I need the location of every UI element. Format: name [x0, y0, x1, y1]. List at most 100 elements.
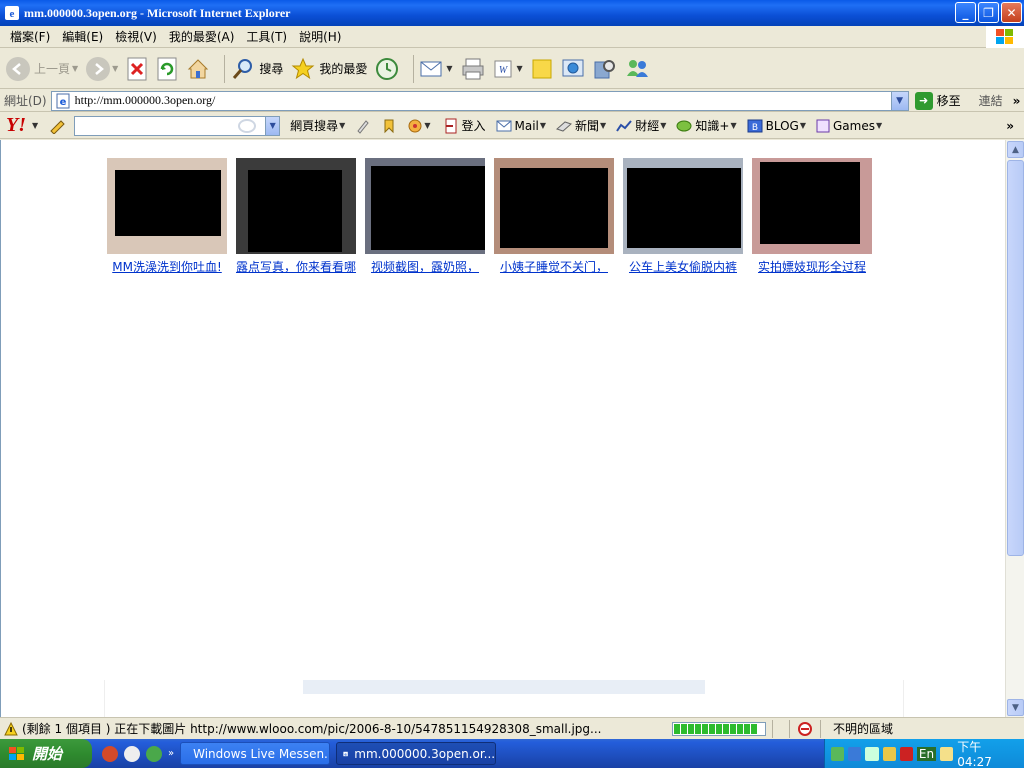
messenger-tray-icon[interactable] — [831, 746, 845, 761]
title-bar: e mm.000000.3open.org - Microsoft Intern… — [0, 0, 1024, 26]
close-button[interactable]: ✕ — [1001, 2, 1022, 23]
messenger-quick-icon[interactable] — [146, 745, 162, 762]
refresh-button[interactable] — [156, 53, 178, 85]
thumbnail-item[interactable]: 实拍嫖妓现形全过程 — [752, 158, 872, 275]
forward-dropdown-icon[interactable]: ▼ — [112, 64, 118, 73]
print-button[interactable] — [461, 53, 485, 85]
thumbnail-caption-link[interactable]: 露点写真，你来看看哪 — [236, 258, 356, 275]
mail-icon — [420, 61, 442, 76]
thumbnail-caption-link[interactable]: 公车上美女偷脱内裤 — [629, 258, 737, 275]
favorites-button[interactable]: 我的最愛 — [291, 53, 367, 85]
thumbnail-image[interactable] — [494, 158, 614, 254]
task-ie[interactable]: e mm.000000.3open.or... — [336, 742, 497, 765]
thumbnail-image[interactable] — [365, 158, 485, 254]
mail-link[interactable]: Mail ▼ — [496, 119, 546, 133]
address-dropdown-icon[interactable]: ▼ — [890, 91, 908, 110]
web-search-label: 網頁搜尋 — [290, 119, 339, 133]
thumbnail-row: MM洗澡洗到你吐血! 露点写真，你来看看哪 视频截图，露奶照， 小姨子睡觉不关门… — [107, 158, 872, 275]
news-link[interactable]: 新聞 ▼ — [556, 117, 606, 134]
scroll-down-icon[interactable]: ▼ — [1007, 699, 1024, 716]
favorites-label: 我的最愛 — [319, 62, 368, 76]
address-input[interactable]: e http://mm.000000.3open.org/ ▼ — [50, 90, 909, 111]
media-player-icon[interactable] — [102, 745, 118, 762]
highlight-button[interactable] — [355, 118, 371, 134]
page-footer-bar — [303, 680, 705, 694]
yahoo-search-dropdown-icon[interactable]: ▼ — [265, 116, 280, 135]
back-dropdown-icon[interactable]: ▼ — [72, 64, 78, 73]
restore-button[interactable]: ❐ — [978, 2, 999, 23]
volume-tray-icon[interactable] — [865, 746, 879, 761]
network-tray-icon[interactable] — [848, 746, 862, 761]
go-button[interactable]: ➜ 移至 — [914, 91, 961, 110]
vertical-scrollbar[interactable]: ▲ ▼ — [1005, 140, 1024, 717]
ati-tray-icon[interactable] — [899, 746, 913, 761]
bookmark-button[interactable] — [381, 118, 397, 134]
games-label: Games — [832, 118, 875, 133]
pencil-icon[interactable] — [48, 118, 68, 134]
search-button[interactable]: 搜尋 — [231, 53, 283, 85]
thumbnail-caption-link[interactable]: 视频截图，露奶照， — [371, 258, 479, 275]
minimize-button[interactable]: _ — [955, 2, 976, 23]
stop-button[interactable] — [126, 53, 148, 85]
research-button[interactable] — [561, 53, 585, 85]
chat-icon[interactable] — [124, 745, 140, 762]
scrollbar-thumb[interactable] — [1007, 160, 1024, 556]
forward-button[interactable]: ▼ — [86, 53, 118, 85]
target-button[interactable]: ▼ — [407, 118, 430, 134]
note-button[interactable] — [531, 53, 553, 85]
quick-launch-chevron-icon[interactable]: » — [168, 748, 174, 759]
thumbnail-item[interactable]: 露点写真，你来看看哪 — [236, 158, 356, 275]
menu-help[interactable]: 說明(H) — [293, 28, 347, 45]
menu-edit[interactable]: 編輯(E) — [56, 28, 109, 45]
hand-tray-icon[interactable] — [940, 746, 954, 761]
target-icon — [408, 119, 422, 132]
thumbnail-image[interactable] — [623, 158, 743, 254]
thumbnail-item[interactable]: 视频截图，露奶照， — [365, 158, 485, 275]
edit-word-button[interactable]: W ▼ — [493, 53, 523, 85]
thumbnail-caption-link[interactable]: 实拍嫖妓现形全过程 — [758, 258, 866, 275]
thumbnail-caption-link[interactable]: 小姨子睡觉不关门， — [500, 258, 608, 275]
refresh-icon — [157, 57, 177, 80]
web-search-button[interactable]: 網頁搜尋 ▼ — [290, 117, 345, 134]
scroll-up-icon[interactable]: ▲ — [1007, 141, 1024, 158]
mail-button[interactable]: ▼ — [420, 53, 453, 85]
thumbnail-item[interactable]: 公车上美女偷脱内裤 — [623, 158, 743, 275]
clock: 下午 04:27 — [957, 740, 992, 768]
tools-button[interactable] — [593, 53, 617, 85]
language-indicator[interactable]: En — [916, 746, 937, 761]
chevron-more-icon[interactable]: » — [1013, 94, 1021, 108]
toolbar-chevron-icon[interactable]: » — [1006, 119, 1014, 133]
yahoo-logo[interactable]: Y! — [6, 114, 26, 137]
ie-task-icon: e — [343, 751, 348, 756]
menu-file[interactable]: 檔案(F) — [4, 28, 56, 45]
menu-bar: 檔案(F) 編輯(E) 檢視(V) 我的最愛(A) 工具(T) 說明(H) — [0, 26, 1024, 48]
blog-link[interactable]: B BLOG ▼ — [747, 119, 806, 133]
home-button[interactable] — [186, 53, 210, 85]
task-messenger[interactable]: Windows Live Messen... — [180, 742, 331, 765]
blocked-icon[interactable] — [796, 721, 814, 737]
history-button[interactable] — [375, 53, 399, 85]
sticky-note-icon — [532, 59, 552, 78]
thumbnail-image[interactable] — [107, 158, 227, 254]
yahoo-search-input[interactable]: ▼ — [74, 115, 281, 136]
thumbnail-image[interactable] — [752, 158, 872, 254]
messenger-button[interactable] — [625, 53, 651, 85]
highlighter-icon — [357, 119, 369, 134]
menu-favorites[interactable]: 我的最愛(A) — [163, 28, 241, 45]
yahoo-dropdown-icon[interactable]: ▼ — [32, 121, 38, 130]
drive-tray-icon[interactable] — [882, 746, 896, 761]
start-button[interactable]: 開始 — [0, 739, 92, 768]
thumbnail-item[interactable]: MM洗澡洗到你吐血! — [107, 158, 227, 275]
login-button[interactable]: 登入 — [444, 117, 486, 134]
games-link[interactable]: Games ▼ — [816, 119, 882, 133]
finance-link[interactable]: 財經 ▼ — [616, 117, 666, 134]
back-button[interactable]: 上一頁 ▼ — [6, 53, 78, 85]
knowledge-link[interactable]: 知識+ ▼ — [676, 117, 737, 134]
menu-view[interactable]: 檢視(V) — [109, 28, 163, 45]
menu-tools[interactable]: 工具(T) — [240, 28, 293, 45]
thumbnail-image[interactable] — [236, 158, 356, 254]
thumbnail-item[interactable]: 小姨子睡觉不关门， — [494, 158, 614, 275]
warning-icon — [4, 721, 18, 735]
links-button[interactable]: 連結 — [979, 92, 1003, 109]
thumbnail-caption-link[interactable]: MM洗澡洗到你吐血! — [112, 258, 222, 275]
